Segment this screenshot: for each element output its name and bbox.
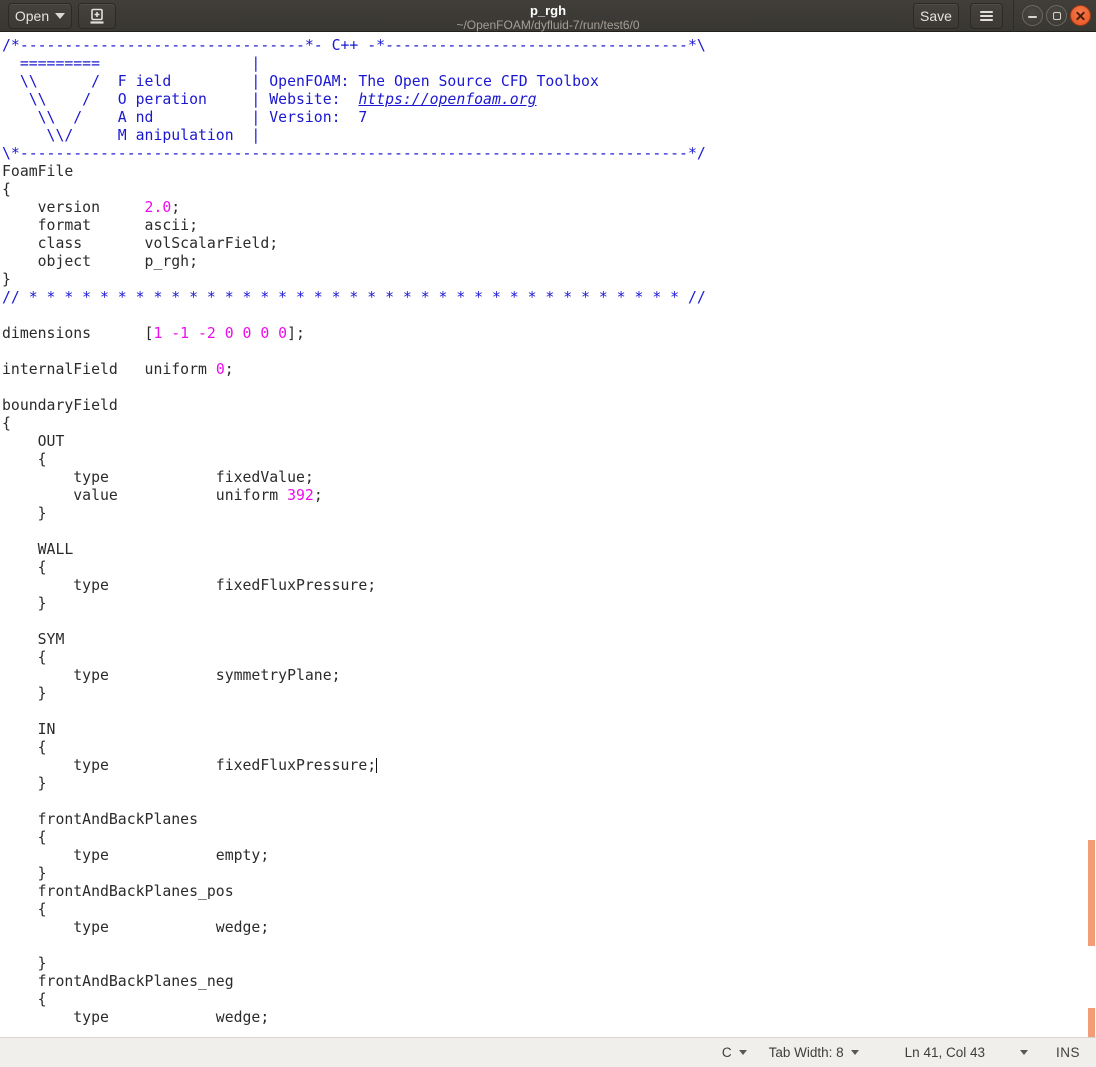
code-line: object p_rgh;: [2, 253, 1096, 271]
code-line: dimensions [1 -1 -2 0 0 0 0];: [2, 325, 1096, 343]
code-line: {: [2, 649, 1096, 667]
code-line: {: [2, 991, 1096, 1009]
code-line: frontAndBackPlanes: [2, 811, 1096, 829]
code-line: {: [2, 559, 1096, 577]
code-line: \\ / A nd | Version: 7: [2, 109, 1096, 127]
header-separator: [1013, 0, 1014, 32]
code-line: // * * * * * * * * * * * * * * * * * * *…: [2, 289, 1096, 307]
code-line: OUT: [2, 433, 1096, 451]
code-line: boundaryField: [2, 397, 1096, 415]
tab-width-label: Tab Width: 8: [769, 1045, 844, 1060]
code-line: [2, 793, 1096, 811]
dropdown-caret-icon: [55, 13, 65, 19]
editor-viewport: /*--------------------------------*- C++…: [0, 32, 1096, 1037]
code-line: }: [2, 505, 1096, 523]
gedit-window: Open p_rgh ~/OpenFOAM/dyfluid-7/run/test…: [0, 0, 1096, 1067]
code-line: \\/ M anipulation |: [2, 127, 1096, 145]
code-line: type wedge;: [2, 919, 1096, 937]
code-line: /*--------------------------------*- C++…: [2, 37, 1096, 55]
text-cursor: [376, 758, 377, 773]
code-line: ========= |: [2, 55, 1096, 73]
code-line: [2, 379, 1096, 397]
code-line: WALL: [2, 541, 1096, 559]
goto-line-dropdown[interactable]: [1013, 1050, 1028, 1055]
new-document-button[interactable]: [78, 3, 116, 29]
cursor-position: Ln 41, Col 43: [905, 1045, 985, 1060]
code-line: version 2.0;: [2, 199, 1096, 217]
maximize-button[interactable]: [1046, 5, 1067, 26]
new-document-icon: [88, 7, 106, 25]
close-button[interactable]: [1070, 5, 1091, 26]
code-area[interactable]: /*--------------------------------*- C++…: [0, 32, 1096, 1027]
window-controls: [1022, 5, 1091, 26]
scrollbar-thumb[interactable]: [1088, 1008, 1095, 1037]
code-line: class volScalarField;: [2, 235, 1096, 253]
code-line: type fixedValue;: [2, 469, 1096, 487]
tab-width-selector[interactable]: Tab Width: 8: [769, 1045, 859, 1060]
code-line: [2, 703, 1096, 721]
code-line: type fixedFluxPressure;: [2, 757, 1096, 775]
document-title: p_rgh: [456, 1, 639, 17]
window-title-block: p_rgh ~/OpenFOAM/dyfluid-7/run/test6/0: [456, 1, 639, 31]
code-line: }: [2, 865, 1096, 883]
menu-button[interactable]: [970, 3, 1003, 29]
open-button-label: Open: [15, 8, 49, 24]
code-line: }: [2, 685, 1096, 703]
code-line: [2, 343, 1096, 361]
save-button-label: Save: [920, 8, 952, 24]
code-line: [2, 937, 1096, 955]
code-line: type symmetryPlane;: [2, 667, 1096, 685]
close-icon: [1076, 11, 1086, 21]
minimize-button[interactable]: [1022, 5, 1043, 26]
code-line: }: [2, 271, 1096, 289]
hamburger-menu-icon: [980, 11, 993, 13]
code-line: {: [2, 829, 1096, 847]
chevron-down-icon: [739, 1050, 747, 1055]
open-button[interactable]: Open: [8, 3, 72, 29]
code-line: [2, 307, 1096, 325]
scrollbar-thumb[interactable]: [1088, 840, 1095, 946]
code-line: type fixedFluxPressure;: [2, 577, 1096, 595]
code-line: {: [2, 415, 1096, 433]
minimize-icon: [1028, 16, 1037, 18]
code-line: {: [2, 451, 1096, 469]
chevron-down-icon: [1020, 1050, 1028, 1055]
document-path: ~/OpenFOAM/dyfluid-7/run/test6/0: [456, 17, 639, 31]
code-line: frontAndBackPlanes_pos: [2, 883, 1096, 901]
code-line: SYM: [2, 631, 1096, 649]
code-line: \*--------------------------------------…: [2, 145, 1096, 163]
headerbar: Open p_rgh ~/OpenFOAM/dyfluid-7/run/test…: [0, 0, 1096, 32]
input-mode-indicator: INS: [1056, 1045, 1080, 1060]
code-line: {: [2, 901, 1096, 919]
code-line: value uniform 392;: [2, 487, 1096, 505]
code-line: }: [2, 775, 1096, 793]
code-line: IN: [2, 721, 1096, 739]
chevron-down-icon: [851, 1050, 859, 1055]
maximize-icon: [1053, 12, 1061, 20]
code-line: \\ / F ield | OpenFOAM: The Open Source …: [2, 73, 1096, 91]
code-line: [2, 523, 1096, 541]
code-line: internalField uniform 0;: [2, 361, 1096, 379]
code-line: frontAndBackPlanes_neg: [2, 973, 1096, 991]
code-line: }: [2, 595, 1096, 613]
status-bar: C Tab Width: 8 Ln 41, Col 43 INS: [0, 1037, 1096, 1067]
code-line: \\ / O peration | Website: https://openf…: [2, 91, 1096, 109]
code-line: type empty;: [2, 847, 1096, 865]
code-line: }: [2, 955, 1096, 973]
language-label: C: [722, 1045, 732, 1060]
code-line: [2, 613, 1096, 631]
code-line: format ascii;: [2, 217, 1096, 235]
code-line: type wedge;: [2, 1009, 1096, 1027]
code-line: {: [2, 181, 1096, 199]
save-button[interactable]: Save: [913, 3, 959, 29]
code-line: FoamFile: [2, 163, 1096, 181]
language-selector[interactable]: C: [722, 1045, 747, 1060]
code-line: {: [2, 739, 1096, 757]
